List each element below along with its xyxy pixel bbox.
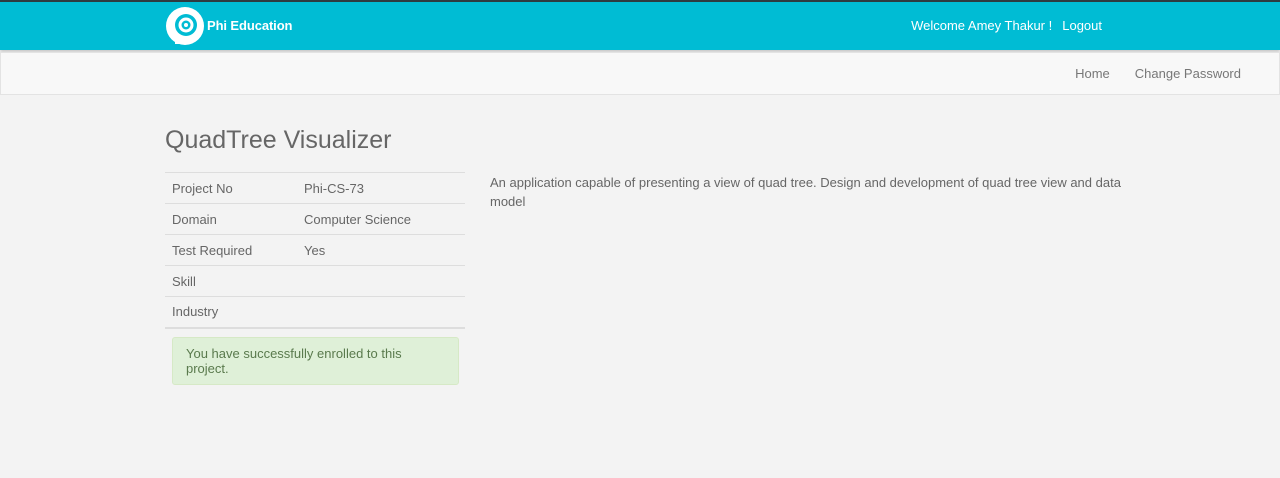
detail-value — [297, 266, 465, 297]
brand-name: Phi Education — [207, 17, 293, 33]
detail-key: Skill — [172, 273, 196, 289]
detail-key: Industry — [172, 304, 219, 320]
page-title: QuadTree Visualizer — [165, 126, 392, 154]
detail-value: Yes — [304, 242, 326, 258]
detail-value — [297, 297, 465, 328]
table-row: Industry — [165, 296, 465, 328]
phi-logo-icon — [166, 7, 204, 45]
detail-value: Computer Science — [304, 211, 411, 227]
user-area: Welcome Amey Thakur ! Logout — [911, 18, 1102, 33]
detail-key: Test Required — [172, 242, 253, 258]
secondary-navbar: Home Change Password — [0, 52, 1280, 95]
enrollment-success-alert: You have successfully enrolled to this p… — [172, 337, 459, 385]
table-row: Skill — [165, 265, 465, 297]
table-row: Domain Computer Science — [165, 203, 465, 235]
project-description: An application capable of presenting a v… — [490, 175, 1121, 209]
detail-value: Phi-CS-73 — [304, 180, 364, 196]
nav-change-password-link[interactable]: Change Password — [1135, 66, 1241, 81]
logout-link[interactable]: Logout — [1062, 18, 1102, 33]
table-row: Project No Phi-CS-73 — [165, 172, 465, 204]
nav-home-link[interactable]: Home — [1075, 66, 1110, 81]
brand-logo-link[interactable]: Phi Education — [165, 6, 292, 46]
top-navbar: Phi Education Welcome Amey Thakur ! Logo… — [0, 0, 1280, 50]
project-details-table: Project No Phi-CS-73 Domain Computer Sci… — [165, 172, 465, 329]
welcome-text: Welcome Amey Thakur ! — [911, 18, 1053, 33]
detail-key: Project No — [172, 180, 233, 196]
table-row: Test Required Yes — [165, 234, 465, 266]
detail-key: Domain — [172, 211, 217, 227]
secondary-nav-links: Home Change Password — [1075, 66, 1241, 81]
